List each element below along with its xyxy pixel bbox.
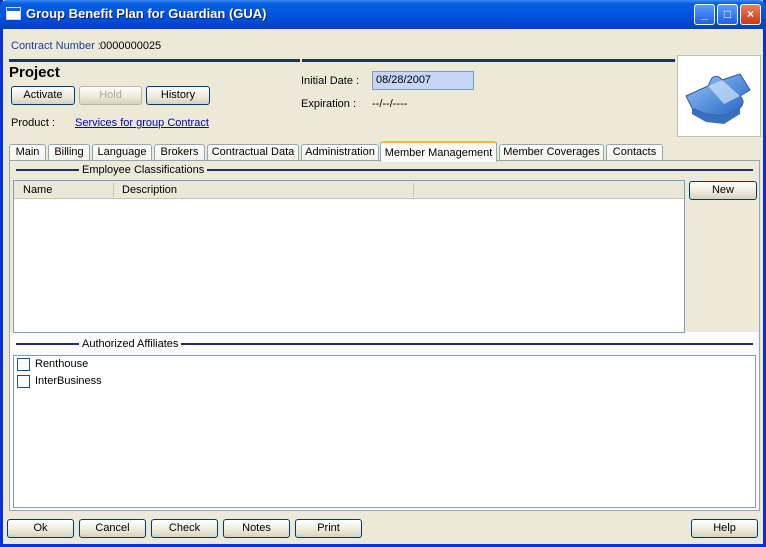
column-header-name[interactable]: Name (23, 184, 52, 196)
expiration-label: Expiration : (301, 98, 357, 110)
tab-main[interactable]: Main (9, 144, 46, 161)
contract-number-value: 0000000025 (100, 40, 162, 52)
header-divider-right (302, 59, 675, 62)
minimize-button[interactable]: _ (694, 4, 715, 25)
print-button[interactable]: Print (295, 519, 362, 538)
affiliate-label: Renthouse (35, 358, 89, 370)
tab-contacts[interactable]: Contacts (606, 144, 663, 161)
footer-bar: Ok Cancel Check Notes Print Help (3, 515, 763, 542)
new-button[interactable]: New (689, 181, 757, 200)
column-separator[interactable] (413, 183, 414, 197)
maximize-button[interactable]: □ (717, 4, 738, 25)
tab-member-coverages[interactable]: Member Coverages (499, 144, 604, 161)
initial-date-label: Initial Date : (301, 75, 360, 87)
tab-billing[interactable]: Billing (48, 144, 90, 161)
section-title: Project (9, 64, 60, 81)
title-bar[interactable]: Group Benefit Plan for Guardian (GUA) _ … (0, 0, 766, 29)
contract-number-label: Contract Number : (11, 40, 101, 52)
affiliate-label: InterBusiness (35, 375, 102, 387)
activate-button[interactable]: Activate (11, 86, 75, 105)
help-button[interactable]: Help (691, 519, 758, 538)
notes-button[interactable]: Notes (223, 519, 290, 538)
employee-classifications-grid[interactable]: Name Description (13, 180, 685, 333)
history-button[interactable]: History (146, 86, 210, 105)
check-button[interactable]: Check (151, 519, 218, 538)
tab-brokers[interactable]: Brokers (154, 144, 205, 161)
cancel-button[interactable]: Cancel (79, 519, 146, 538)
affiliate-checkbox[interactable] (17, 375, 30, 388)
authorized-affiliates-list[interactable]: Renthouse InterBusiness (13, 355, 756, 508)
window-title: Group Benefit Plan for Guardian (GUA) (26, 6, 267, 21)
puzzle-icon (685, 73, 751, 124)
product-label: Product : (11, 117, 56, 129)
authorized-affiliates-title: Authorized Affiliates (79, 338, 182, 350)
tab-contractual-data[interactable]: Contractual Data (207, 144, 299, 161)
hold-button[interactable]: Hold (79, 86, 142, 105)
member-management-panel: Employee Classifications Name Descriptio… (9, 160, 760, 511)
form-content: Contract Number : 0000000025 Project Act… (3, 29, 763, 544)
employee-classifications-title: Employee Classifications (79, 164, 208, 176)
application-window: Group Benefit Plan for Guardian (GUA) _ … (0, 0, 766, 547)
expiration-value: --/--/---- (372, 98, 408, 110)
grid-header: Name Description (14, 181, 684, 199)
tab-administration[interactable]: Administration (301, 144, 379, 161)
tab-member-management[interactable]: Member Management (380, 141, 497, 162)
tab-language[interactable]: Language (92, 144, 152, 161)
initial-date-field[interactable]: 08/28/2007 (372, 71, 474, 90)
contract-header: Contract Number : 0000000025 (3, 29, 763, 61)
column-header-description[interactable]: Description (122, 184, 177, 196)
close-button[interactable]: × (740, 4, 761, 25)
column-separator[interactable] (113, 183, 114, 197)
window-icon (6, 7, 21, 20)
product-link[interactable]: Services for group Contract (75, 117, 209, 129)
ok-button[interactable]: Ok (7, 519, 74, 538)
product-logo (677, 55, 761, 137)
header-divider-left (9, 59, 300, 62)
affiliate-checkbox[interactable] (17, 358, 30, 371)
